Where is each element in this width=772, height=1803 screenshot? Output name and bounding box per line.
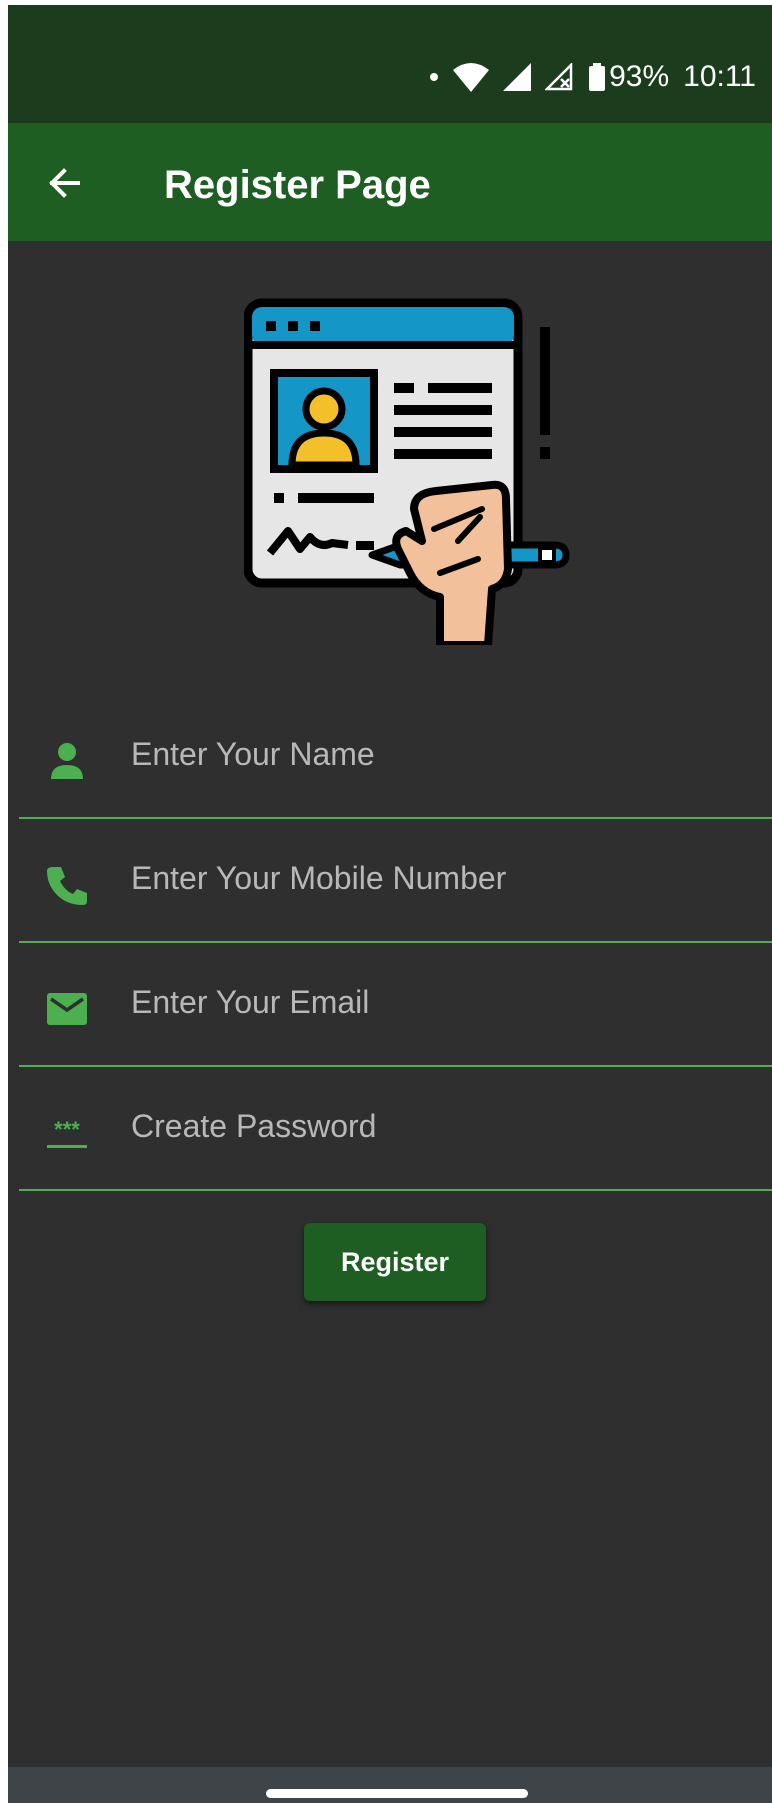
battery-status: 93% xyxy=(589,60,669,94)
password-input[interactable] xyxy=(129,1093,753,1159)
navigation-bar xyxy=(8,1767,772,1803)
email-icon xyxy=(47,993,87,1025)
name-input[interactable] xyxy=(129,721,753,787)
password-field: *** xyxy=(19,1065,772,1191)
app-bar: Register Page xyxy=(8,123,772,241)
mobile-input[interactable] xyxy=(129,845,753,911)
wifi-icon xyxy=(453,63,490,92)
back-button[interactable] xyxy=(44,163,84,203)
email-input[interactable] xyxy=(129,969,753,1035)
status-time: 10:11 xyxy=(683,60,756,93)
email-field xyxy=(19,941,772,1067)
password-icon: *** xyxy=(47,1117,87,1148)
register-button[interactable]: Register xyxy=(304,1223,486,1301)
person-icon xyxy=(51,743,83,779)
mobile-field xyxy=(19,817,772,943)
signal-icon xyxy=(503,63,532,91)
register-screen: 93% 10:11 Register Page Enter Your Name … xyxy=(8,5,772,1803)
battery-icon xyxy=(589,63,606,91)
battery-percent: 93% xyxy=(609,60,670,93)
page-title: Register Page xyxy=(164,163,431,207)
arrow-back-icon xyxy=(49,168,80,198)
svg-text:***: *** xyxy=(54,1117,80,1142)
notification-dot-icon xyxy=(430,73,439,81)
home-indicator[interactable] xyxy=(266,1789,528,1798)
signal-no-data-icon xyxy=(545,63,573,91)
phone-icon xyxy=(47,867,87,905)
registration-form-signing-icon xyxy=(244,298,570,645)
status-icons: 93% 10:11 xyxy=(429,57,756,97)
status-bar: 93% 10:11 xyxy=(8,5,772,123)
name-field xyxy=(19,693,772,819)
